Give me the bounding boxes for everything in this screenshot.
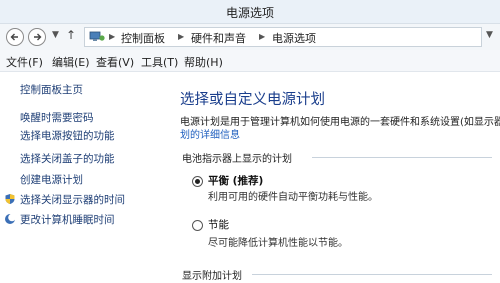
breadcrumb-hardware-sound[interactable]: 硬件和声音 [191,30,246,46]
forward-arrow-icon [34,33,42,41]
sidebar-item-lid-close[interactable]: 选择关闭盖子的功能 [20,151,115,166]
left-pane: 控制面板主页 唤醒时需要密码 选择电源按钮的功能 选择关闭盖子的功能 创建电源计… [0,72,160,283]
title-bar: 电源选项 [0,0,500,24]
menu-file[interactable]: 文件(F) [6,54,43,70]
menu-help[interactable]: 帮助(H) [184,54,223,70]
chevron-down-icon[interactable]: ▼ [486,30,493,40]
plan-balanced-name[interactable]: 平衡 (推荐) [208,173,263,188]
back-arrow-icon [10,33,18,41]
plan-power-saver-radio[interactable] [192,220,203,231]
plan-power-saver-description: 尽可能降低计算机性能以节能。 [208,238,348,249]
control-panel-icon [89,31,105,41]
section-divider [312,157,492,158]
menu-tools[interactable]: 工具(T) [141,54,178,70]
navigation-bar: ▼ ↑ ▶ 控制面板 ▶ 硬件和声音 ▶ 电源选项 ▼ [0,24,500,50]
window-title: 电源选项 [225,6,274,20]
menu-bar: 文件(F) 编辑(E) 查看(V) 工具(T) 帮助(H) [0,50,500,72]
page-title: 选择或自定义电源计划 [180,92,325,108]
section-divider [252,274,492,275]
plan-power-saver-name[interactable]: 节能 [208,217,229,232]
plan-balanced-radio[interactable] [192,176,203,187]
back-button[interactable] [6,28,24,46]
sidebar-item-display-off[interactable]: 选择关闭显示器的时间 [20,192,125,207]
shield-icon [5,194,15,204]
menu-edit[interactable]: 编辑(E) [52,54,90,70]
main-content: 选择或自定义电源计划 电源计划是用于管理计算机如何使用电源的一套硬件和系统设置(… [160,72,500,283]
plan-details-link[interactable]: 划的详细信息 [180,126,240,141]
plan-balanced-description: 利用可用的硬件自动平衡功耗与性能。 [208,192,378,203]
chevron-right-icon: ▶ [178,32,185,41]
breadcrumb-control-panel[interactable]: 控制面板 [121,30,165,46]
sidebar-item-power-button[interactable]: 选择电源按钮的功能 [20,128,115,143]
sidebar-item-require-password[interactable]: 唤醒时需要密码 [20,110,94,125]
address-bar[interactable]: ▶ 控制面板 ▶ 硬件和声音 ▶ 电源选项 [84,27,482,47]
breadcrumb-power-options[interactable]: 电源选项 [272,30,316,46]
moon-icon [5,213,16,224]
forward-button[interactable] [28,28,46,46]
chevron-right-icon: ▶ [109,32,116,41]
sidebar-item-create-plan[interactable]: 创建电源计划 [20,172,83,187]
chevron-right-icon: ▶ [259,32,266,41]
recent-pages-dropdown-icon[interactable]: ▼ [52,30,59,40]
sidebar-item-sleep-time[interactable]: 更改计算机睡眠时间 [20,212,115,227]
sidebar-item-control-panel-home[interactable]: 控制面板主页 [20,82,83,97]
up-arrow-icon[interactable]: ↑ [66,28,76,42]
additional-plans-toggle[interactable]: 显示附加计划 [182,267,242,282]
battery-plans-section-label: 电池指示器上显示的计划 [182,154,292,165]
menu-view[interactable]: 查看(V) [96,54,134,70]
